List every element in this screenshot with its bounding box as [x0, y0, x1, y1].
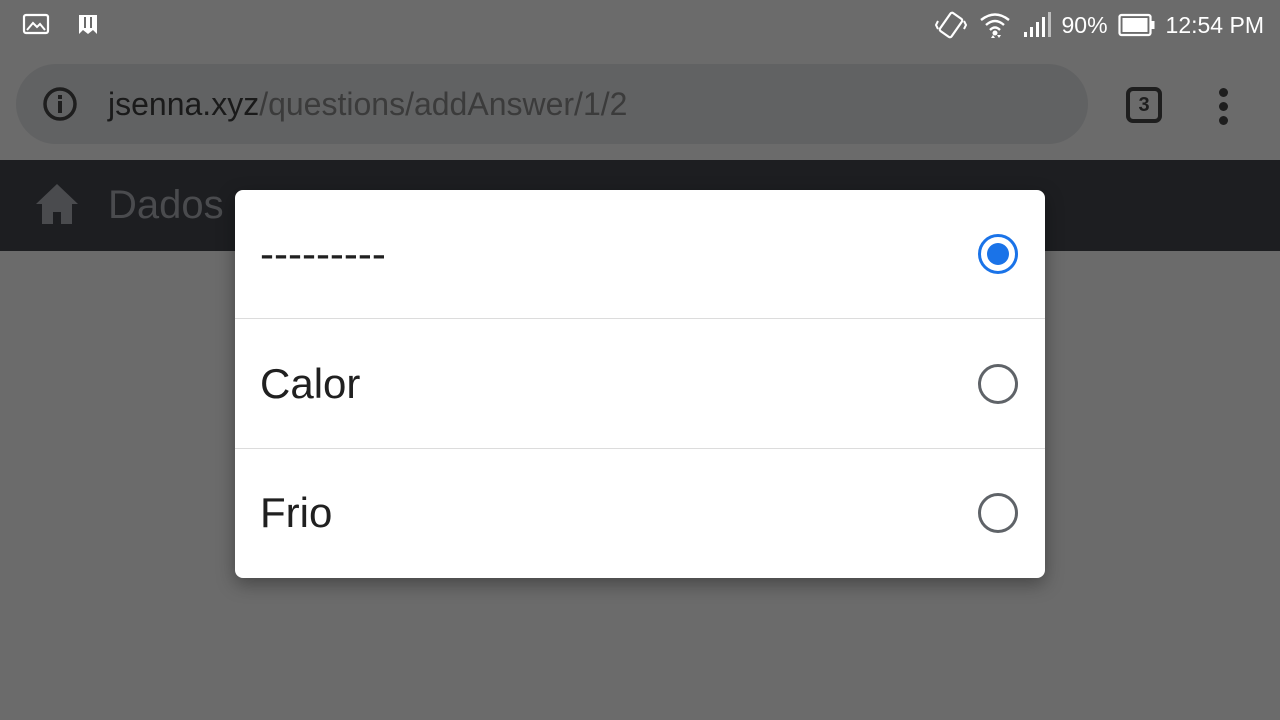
option-label: Calor	[260, 359, 361, 407]
page-title: Dados	[108, 183, 224, 227]
clock: 12:54 PM	[1165, 11, 1264, 38]
radio-selected-icon[interactable]	[978, 234, 1018, 274]
wifi-icon	[978, 10, 1012, 40]
url-text[interactable]: jsenna.xyz/questions/addAnswer/1/2	[108, 84, 627, 124]
status-bar-right: 90% 12:54 PM	[934, 8, 1264, 42]
option-item[interactable]: ---------	[235, 190, 1045, 319]
radio-unselected-icon[interactable]	[978, 493, 1018, 533]
option-label: Frio	[260, 489, 333, 536]
battery-icon	[1117, 13, 1156, 37]
status-bar-left	[22, 12, 100, 36]
info-icon[interactable]	[42, 86, 78, 127]
option-item[interactable]: Frio	[235, 449, 1045, 577]
battery-percent: 90%	[1061, 11, 1108, 38]
signal-icon	[1022, 12, 1052, 38]
url-host: jsenna.xyz	[108, 86, 260, 122]
tab-count: 3	[1138, 93, 1150, 116]
image-icon	[22, 12, 50, 36]
vibrate-icon	[934, 9, 968, 41]
status-bar: 90% 12:54 PM	[0, 0, 1280, 50]
radio-unselected-icon[interactable]	[978, 363, 1018, 404]
option-label: ---------	[260, 230, 386, 277]
select-dialog: --------- Calor Frio	[235, 190, 1045, 578]
bookmark-icon	[76, 12, 100, 36]
home-icon[interactable]	[34, 182, 80, 231]
option-item[interactable]: Calor	[235, 319, 1045, 449]
url-bar[interactable]: jsenna.xyz/questions/addAnswer/1/2	[16, 64, 1088, 144]
url-path: /questions/addAnswer/1/2	[259, 86, 628, 122]
browser-toolbar: jsenna.xyz/questions/addAnswer/1/2 3	[0, 50, 1280, 160]
menu-dots-icon[interactable]	[1212, 86, 1236, 126]
tab-switcher-button[interactable]: 3	[1126, 87, 1162, 123]
